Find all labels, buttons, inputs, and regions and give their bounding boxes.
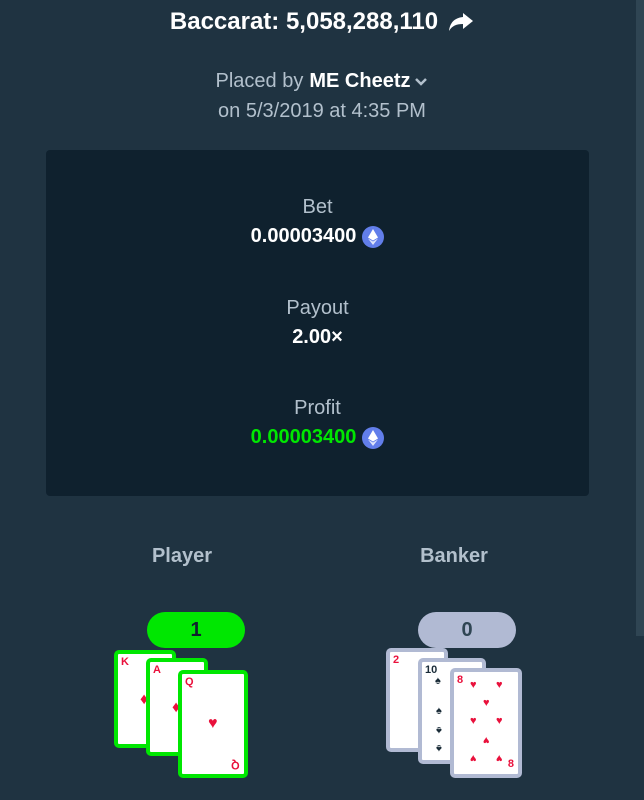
heart-icon: ♥: [470, 715, 477, 727]
card-rank: 8: [457, 674, 464, 686]
card-rank-bottom: Q: [231, 759, 240, 771]
spade-icon: ♠: [436, 724, 442, 736]
card-rank: K: [121, 656, 129, 668]
bet-details-panel: Bet 0.00003400 Payout 2.00× Profit 0.000…: [46, 150, 589, 496]
heart-icon: ♥: [208, 715, 218, 732]
heart-icon: ♥: [496, 715, 503, 727]
scrollbar[interactable]: [636, 0, 644, 636]
bet-title: Baccarat: 5,058,288,110: [169, 8, 439, 35]
card-rank-bottom: 8: [507, 758, 514, 770]
banker-label: Banker: [420, 545, 488, 567]
player-card-3: Q ♥ Q: [178, 670, 248, 778]
banker-score-badge: 0: [418, 612, 516, 648]
heart-icon: ♥: [470, 752, 477, 764]
payout-stat: Payout 2.00×: [46, 297, 589, 349]
placed-by-line: Placed by ME Cheetz: [0, 70, 644, 93]
ethereum-icon: [362, 225, 385, 248]
spade-icon: ♠: [436, 742, 442, 754]
heart-icon: ♥: [496, 752, 503, 764]
ethereum-icon: [362, 426, 385, 449]
profit-value: 0.00003400: [250, 426, 357, 448]
bet-date: on 5/3/2019 at 4:35 PM: [218, 100, 426, 122]
player-score-badge: 1: [147, 612, 245, 648]
heart-icon: ♥: [470, 679, 477, 691]
bet-value: 0.00003400: [250, 225, 357, 247]
card-rank: Q: [185, 676, 194, 688]
bet-stat: Bet 0.00003400: [46, 196, 589, 248]
heart-icon: ♥: [496, 679, 503, 691]
placed-by-label: Placed by: [215, 70, 304, 92]
payout-label: Payout: [286, 297, 349, 319]
bet-value-row: 0.00003400: [46, 225, 589, 248]
card-rank: 2: [393, 654, 400, 666]
profit-stat: Profit 0.00003400: [46, 397, 589, 449]
title-row: Baccarat: 5,058,288,110: [0, 8, 644, 36]
payout-value: 2.00×: [292, 326, 343, 348]
profit-value-row: 0.00003400: [46, 426, 589, 449]
chevron-down-icon[interactable]: [414, 77, 428, 87]
profit-label: Profit: [294, 397, 341, 419]
spade-icon: ♠: [435, 675, 441, 687]
username-link[interactable]: ME Cheetz: [309, 70, 410, 92]
spade-icon: ♠: [436, 705, 442, 717]
player-label: Player: [151, 545, 213, 567]
share-icon[interactable]: [448, 11, 474, 33]
bet-label: Bet: [302, 196, 333, 218]
banker-card-3: 8 ♥ ♥ ♥ ♥ ♥ ♥ ♥ ♥ 8: [450, 668, 522, 778]
heart-icon: ♥: [483, 697, 490, 709]
card-rank: A: [153, 664, 161, 676]
heart-icon: ♥: [483, 734, 490, 746]
